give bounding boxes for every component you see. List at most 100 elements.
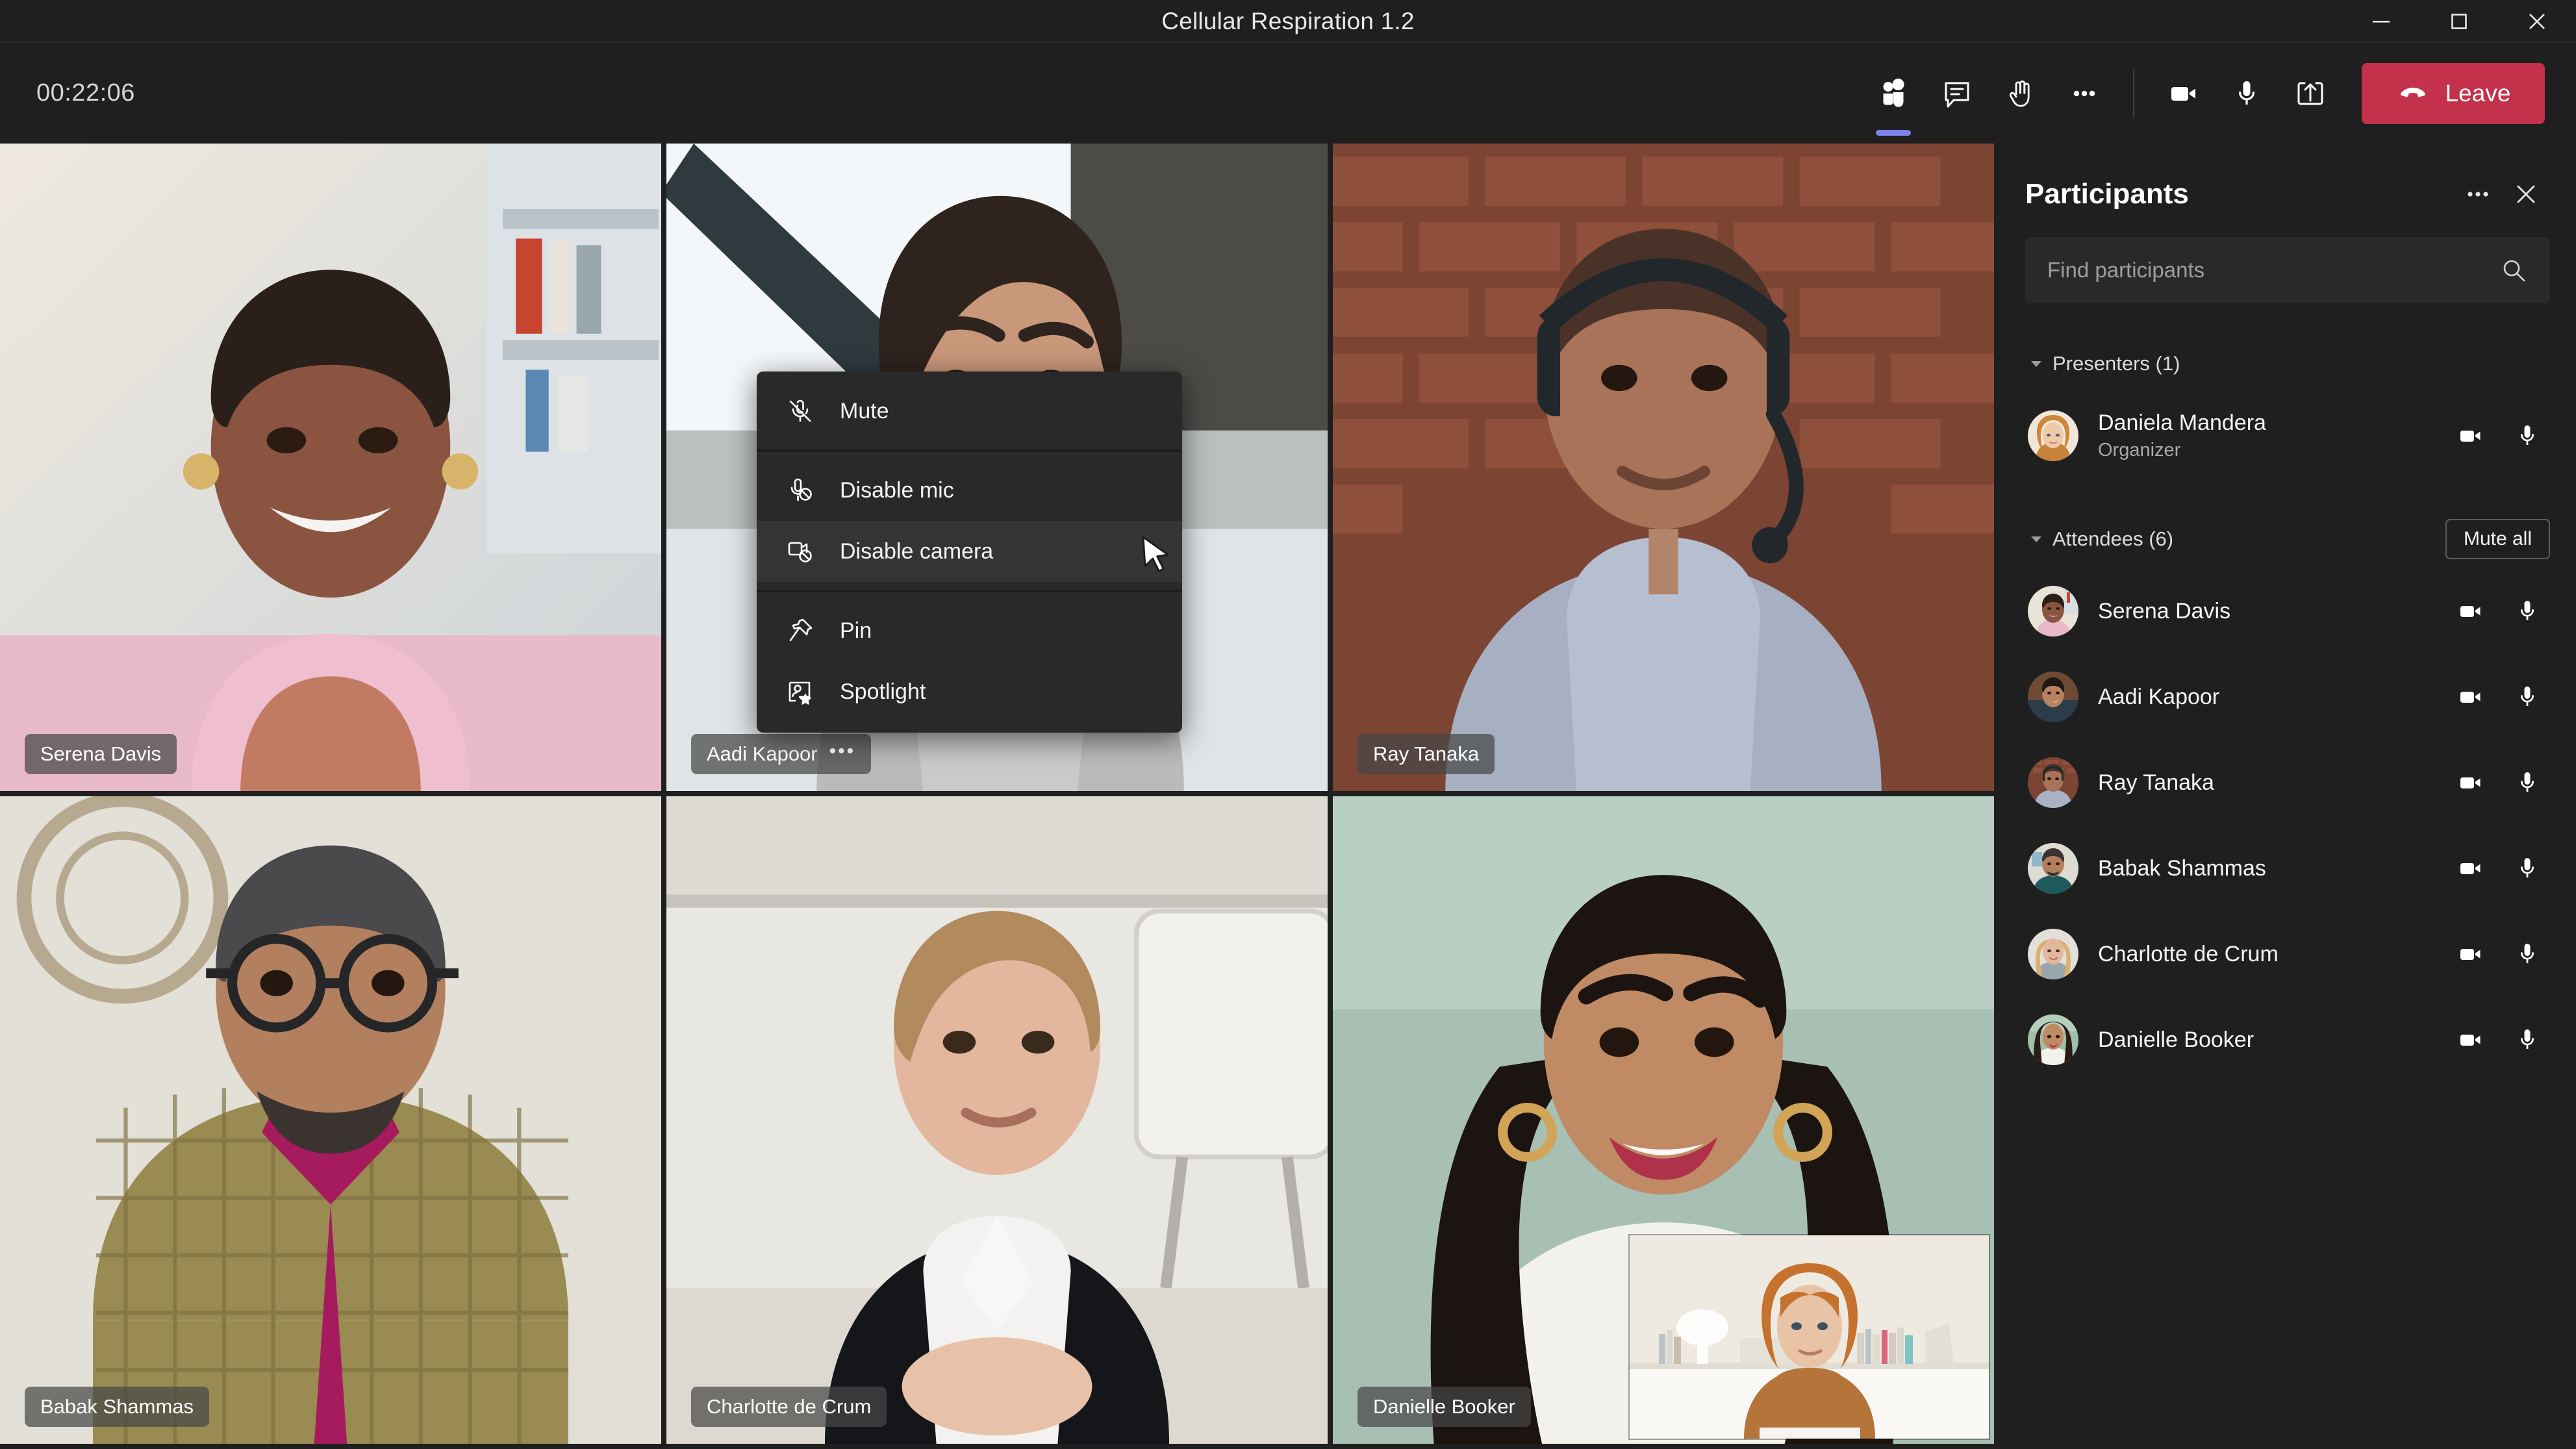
participant-row[interactable]: Daniela Mandera Organizer bbox=[2025, 393, 2550, 479]
mute-all-button[interactable]: Mute all bbox=[2445, 519, 2550, 559]
close-icon bbox=[2525, 9, 2549, 34]
context-menu-separator bbox=[757, 449, 1182, 452]
participant-name: Charlotte de Crum bbox=[2098, 941, 2279, 966]
microphone-button[interactable] bbox=[2215, 62, 2279, 125]
tile-name: Charlotte de Crum bbox=[707, 1395, 872, 1418]
context-menu-item-disable-camera[interactable]: Disable camera bbox=[757, 521, 1182, 582]
video-grid: Serena Davis Aadi Kapoor ••• Ray Tanaka … bbox=[0, 144, 1999, 1449]
tile-name: Ray Tanaka bbox=[1373, 742, 1480, 765]
camera-button[interactable] bbox=[2151, 62, 2215, 125]
chat-button[interactable] bbox=[1925, 62, 1989, 125]
pin-icon bbox=[785, 616, 815, 646]
minimize-button[interactable] bbox=[2342, 0, 2420, 43]
spotlight-icon bbox=[785, 677, 815, 707]
maximize-button[interactable] bbox=[2420, 0, 2498, 43]
panel-title: Participants bbox=[2025, 178, 2189, 210]
camera-icon[interactable] bbox=[2455, 596, 2485, 626]
tile-name-badge: Charlotte de Crum bbox=[691, 1387, 887, 1427]
participants-panel-header: Participants bbox=[2025, 144, 2550, 227]
participant-info: Ray Tanaka bbox=[2098, 770, 2455, 796]
camera-icon[interactable] bbox=[2455, 421, 2485, 451]
participant-info: Babak Shammas bbox=[2098, 856, 2455, 881]
avatar bbox=[2028, 410, 2078, 461]
context-menu-item-pin[interactable]: Pin bbox=[757, 600, 1182, 661]
close-button[interactable] bbox=[2498, 0, 2576, 43]
participant-row[interactable]: Charlotte de Crum bbox=[2025, 911, 2550, 997]
leave-label: Leave bbox=[2445, 79, 2511, 107]
more-actions-button[interactable] bbox=[2052, 62, 2116, 125]
microphone-icon[interactable] bbox=[2512, 939, 2542, 969]
share-screen-icon bbox=[2293, 76, 2328, 111]
section-header-attendees[interactable]: Attendees (6) Mute all bbox=[2025, 510, 2550, 568]
microphone-icon[interactable] bbox=[2512, 1025, 2542, 1055]
participants-button[interactable] bbox=[1862, 62, 1925, 125]
panel-more-options-button[interactable] bbox=[2454, 170, 2502, 218]
video-tile[interactable]: Danielle Booker bbox=[1333, 796, 1994, 1444]
tile-more-options-icon[interactable]: ••• bbox=[829, 742, 856, 761]
self-view-pip[interactable] bbox=[1630, 1235, 1989, 1439]
participant-name: Babak Shammas bbox=[2098, 855, 2266, 881]
camera-icon[interactable] bbox=[2455, 768, 2485, 798]
context-menu-item-disable-mic[interactable]: Disable mic bbox=[757, 460, 1182, 521]
title-bar: Cellular Respiration 1.2 bbox=[0, 0, 2576, 43]
close-icon bbox=[2511, 179, 2541, 209]
context-menu-item-spotlight[interactable]: Spotlight bbox=[757, 661, 1182, 722]
participant-row[interactable]: Danielle Booker bbox=[2025, 997, 2550, 1083]
avatar bbox=[2028, 843, 2078, 894]
video-tile[interactable]: Babak Shammas bbox=[0, 796, 661, 1444]
microphone-icon[interactable] bbox=[2512, 768, 2542, 798]
context-menu-label: Disable camera bbox=[840, 538, 994, 564]
participant-row[interactable]: Serena Davis bbox=[2025, 568, 2550, 654]
participant-info: Aadi Kapoor bbox=[2098, 685, 2455, 710]
minimize-icon bbox=[2370, 10, 2392, 32]
camera-icon[interactable] bbox=[2455, 682, 2485, 712]
find-participants-searchbox[interactable] bbox=[2025, 237, 2550, 303]
chevron-down-icon bbox=[2025, 528, 2047, 550]
microphone-icon[interactable] bbox=[2512, 421, 2542, 451]
section-label: Presenters (1) bbox=[2052, 352, 2180, 375]
raise-hand-icon bbox=[2003, 76, 2038, 111]
context-menu-label: Disable mic bbox=[840, 477, 954, 503]
search-input[interactable] bbox=[2047, 258, 2499, 283]
camera-icon[interactable] bbox=[2455, 939, 2485, 969]
participant-role: Organizer bbox=[2098, 440, 2181, 460]
section-label: Attendees (6) bbox=[2052, 527, 2174, 550]
tile-name-badge[interactable]: Aadi Kapoor ••• bbox=[691, 734, 872, 774]
microphone-icon[interactable] bbox=[2512, 853, 2542, 883]
share-screen-button[interactable] bbox=[2279, 62, 2342, 125]
participant-video bbox=[666, 796, 1328, 1444]
participant-name: Daniela Mandera bbox=[2098, 410, 2266, 435]
participant-row[interactable]: Babak Shammas bbox=[2025, 825, 2550, 911]
context-menu-label: Pin bbox=[840, 618, 872, 643]
microphone-icon[interactable] bbox=[2512, 596, 2542, 626]
avatar bbox=[2028, 586, 2078, 636]
raise-hand-button[interactable] bbox=[1989, 62, 2052, 125]
microphone-icon[interactable] bbox=[2512, 682, 2542, 712]
toolbar-divider bbox=[2133, 69, 2134, 118]
participant-controls bbox=[2455, 421, 2550, 451]
participant-context-menu: Mute Disable mic Disable camera Pin Spot… bbox=[757, 372, 1182, 733]
camera-icon[interactable] bbox=[2455, 853, 2485, 883]
participant-controls bbox=[2455, 939, 2550, 969]
tile-name: Babak Shammas bbox=[40, 1395, 194, 1418]
avatar bbox=[2028, 672, 2078, 722]
context-menu-item-mute[interactable]: Mute bbox=[757, 381, 1182, 442]
tile-name-badge: Serena Davis bbox=[25, 734, 177, 774]
camera-icon[interactable] bbox=[2455, 1025, 2485, 1055]
video-tile[interactable]: Charlotte de Crum bbox=[666, 796, 1328, 1444]
section-header-presenters[interactable]: Presenters (1) bbox=[2025, 334, 2550, 393]
video-tile[interactable]: Ray Tanaka bbox=[1333, 144, 1994, 791]
camera-icon bbox=[2166, 76, 2201, 111]
video-tile[interactable]: Serena Davis bbox=[0, 144, 661, 791]
context-menu-label: Mute bbox=[840, 398, 889, 423]
participant-info: Daniela Mandera Organizer bbox=[2098, 410, 2455, 461]
participant-info: Charlotte de Crum bbox=[2098, 942, 2455, 967]
tile-name: Aadi Kapoor bbox=[707, 742, 818, 765]
participant-row[interactable]: Aadi Kapoor bbox=[2025, 654, 2550, 740]
participant-controls bbox=[2455, 682, 2550, 712]
leave-button[interactable]: Leave bbox=[2362, 62, 2545, 124]
participant-row[interactable]: Ray Tanaka bbox=[2025, 740, 2550, 825]
panel-close-button[interactable] bbox=[2502, 170, 2550, 218]
participant-video bbox=[1333, 144, 1994, 791]
tile-name-badge: Ray Tanaka bbox=[1357, 734, 1495, 774]
